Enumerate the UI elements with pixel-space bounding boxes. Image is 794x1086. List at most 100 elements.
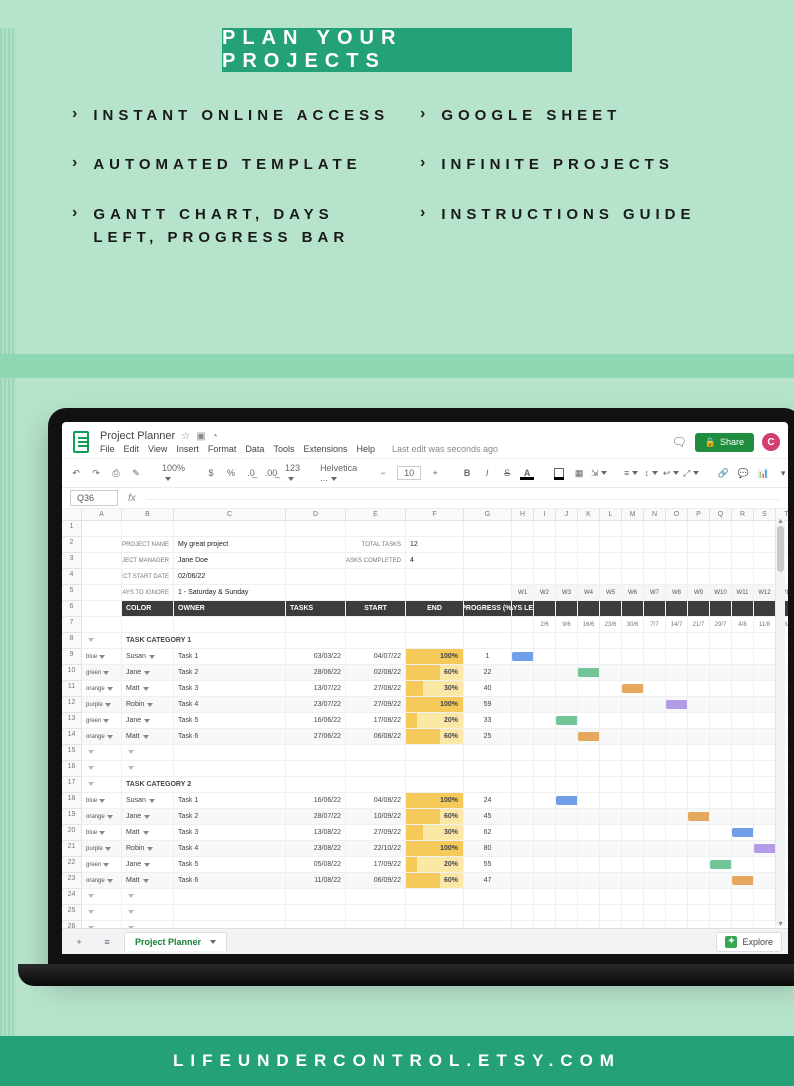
gantt-cell[interactable] — [666, 665, 688, 681]
cell[interactable] — [688, 761, 710, 777]
cloud-icon[interactable]: ◔ — [212, 431, 218, 442]
gantt-cell[interactable] — [622, 713, 644, 729]
gantt-cell[interactable] — [556, 857, 578, 873]
cell[interactable] — [556, 537, 578, 553]
gantt-cell[interactable] — [688, 649, 710, 665]
column-header[interactable]: H — [512, 509, 534, 521]
column-header[interactable]: R — [732, 509, 754, 521]
gantt-cell[interactable] — [710, 857, 732, 873]
zoom-select[interactable]: 100% — [162, 463, 185, 483]
cell[interactable] — [406, 617, 464, 633]
color-select[interactable]: blue — [82, 649, 122, 665]
cell[interactable] — [688, 537, 710, 553]
gantt-cell[interactable] — [512, 857, 534, 873]
cell[interactable] — [556, 777, 578, 793]
name-box[interactable]: Q36 — [70, 490, 118, 506]
start-date[interactable]: 13/07/22 — [286, 681, 346, 697]
star-icon[interactable]: ☆ — [181, 431, 190, 442]
task-name[interactable]: Task 5 — [174, 857, 286, 873]
end-date[interactable]: 22/10/22 — [346, 841, 406, 857]
font-size[interactable]: 10 — [397, 466, 421, 480]
cell[interactable] — [122, 889, 174, 905]
cell[interactable] — [174, 617, 286, 633]
bold-icon[interactable]: B — [461, 468, 473, 478]
gantt-cell[interactable] — [512, 713, 534, 729]
gantt-cell[interactable] — [556, 665, 578, 681]
gantt-cell[interactable] — [622, 665, 644, 681]
cell[interactable] — [556, 521, 578, 537]
gantt-cell[interactable] — [666, 681, 688, 697]
gantt-cell[interactable] — [754, 729, 776, 745]
gantt-cell[interactable] — [688, 857, 710, 873]
cell[interactable] — [556, 569, 578, 585]
gantt-cell[interactable] — [644, 649, 666, 665]
gantt-cell[interactable] — [578, 841, 600, 857]
end-date[interactable]: 06/09/22 — [346, 873, 406, 889]
cell[interactable] — [622, 537, 644, 553]
strike-icon[interactable]: S — [501, 468, 513, 478]
progress-cell[interactable]: 60% — [406, 873, 464, 889]
cell[interactable] — [534, 537, 556, 553]
gantt-cell[interactable] — [512, 841, 534, 857]
cell[interactable] — [578, 569, 600, 585]
column-header[interactable]: P — [688, 509, 710, 521]
gantt-cell[interactable] — [732, 809, 754, 825]
cell[interactable] — [82, 521, 122, 537]
row-header[interactable]: 18 — [62, 793, 82, 809]
gantt-cell[interactable] — [732, 729, 754, 745]
chart-icon[interactable]: 📊 — [757, 468, 769, 479]
owner-select[interactable]: Jane — [122, 665, 174, 681]
cell[interactable] — [666, 745, 688, 761]
gantt-cell[interactable] — [534, 729, 556, 745]
cell[interactable] — [174, 761, 286, 777]
row-header[interactable]: 3 — [62, 553, 82, 569]
color-select[interactable]: orange — [82, 809, 122, 825]
gantt-cell[interactable] — [710, 841, 732, 857]
cell[interactable] — [406, 521, 464, 537]
gantt-cell[interactable] — [600, 857, 622, 873]
cell[interactable] — [688, 889, 710, 905]
cell[interactable] — [578, 889, 600, 905]
scroll-down-icon[interactable]: ▾ — [776, 919, 785, 928]
task-name[interactable]: Task 5 — [174, 713, 286, 729]
cell[interactable] — [710, 537, 732, 553]
cell[interactable] — [578, 905, 600, 921]
row-header[interactable]: 21 — [62, 841, 82, 857]
valign-icon[interactable]: ↕ — [645, 468, 657, 478]
gantt-cell[interactable] — [534, 809, 556, 825]
row-header[interactable]: 7 — [62, 617, 82, 633]
gantt-cell[interactable] — [578, 697, 600, 713]
explore-button[interactable]: ✦Explore — [716, 932, 782, 952]
gantt-cell[interactable] — [688, 841, 710, 857]
gantt-cell[interactable] — [644, 825, 666, 841]
gantt-cell[interactable] — [666, 793, 688, 809]
row-header[interactable]: 22 — [62, 857, 82, 873]
cell[interactable] — [286, 521, 346, 537]
cell[interactable] — [578, 777, 600, 793]
cell[interactable] — [754, 761, 776, 777]
menu-view[interactable]: View — [148, 444, 167, 454]
cell[interactable] — [512, 745, 534, 761]
gantt-cell[interactable] — [512, 793, 534, 809]
color-select[interactable]: green — [82, 713, 122, 729]
number-format[interactable]: 123 — [285, 463, 300, 483]
cell[interactable] — [600, 905, 622, 921]
meta-value[interactable]: 02/06/22 — [174, 569, 286, 585]
cell[interactable] — [512, 553, 534, 569]
gantt-cell[interactable] — [754, 713, 776, 729]
gantt-cell[interactable] — [512, 729, 534, 745]
gantt-cell[interactable] — [512, 665, 534, 681]
comment-icon[interactable]: 💬 — [737, 468, 749, 479]
cell[interactable] — [644, 553, 666, 569]
cell[interactable] — [578, 537, 600, 553]
row-header[interactable]: 2 — [62, 537, 82, 553]
spreadsheet-grid[interactable]: ABCDEFGHIJKLMNOPQRSTUV12PROJECT NAMEMy g… — [62, 509, 788, 954]
gantt-cell[interactable] — [710, 825, 732, 841]
cell[interactable] — [406, 585, 464, 601]
cell[interactable] — [556, 889, 578, 905]
cell[interactable] — [286, 569, 346, 585]
cell[interactable] — [464, 761, 512, 777]
gantt-cell[interactable] — [600, 825, 622, 841]
gantt-cell[interactable] — [754, 793, 776, 809]
cell[interactable] — [286, 553, 346, 569]
